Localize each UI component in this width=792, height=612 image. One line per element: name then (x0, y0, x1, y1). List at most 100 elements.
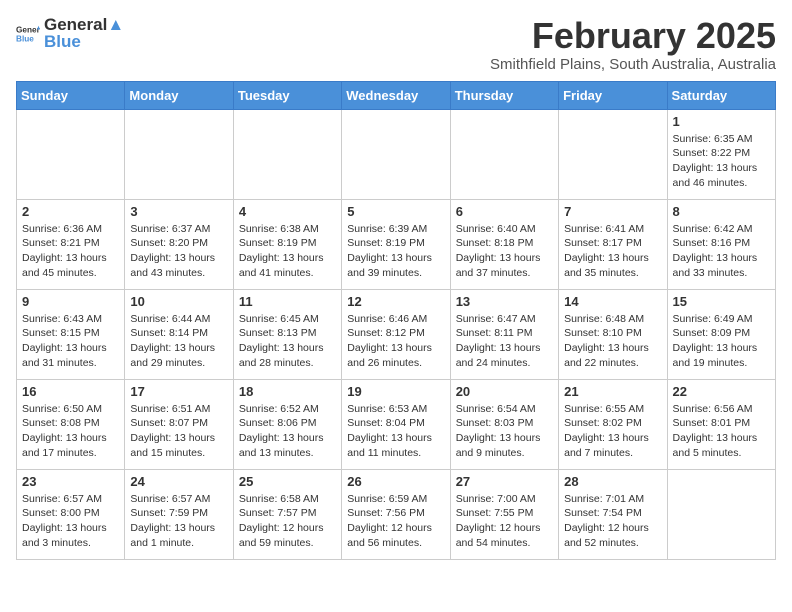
calendar-cell: 12 Sunrise: 6:46 AM Sunset: 8:12 PM Dayli… (342, 289, 450, 379)
day-info: Sunrise: 6:54 AM Sunset: 8:03 PM Dayligh… (456, 402, 553, 461)
svg-text:General: General (16, 25, 40, 34)
day-number: 26 (347, 474, 444, 489)
calendar-cell: 9 Sunrise: 6:43 AM Sunset: 8:15 PM Daylig… (17, 289, 125, 379)
day-number: 23 (22, 474, 119, 489)
calendar-cell (342, 109, 450, 199)
calendar-cell: 6 Sunrise: 6:40 AM Sunset: 8:18 PM Daylig… (450, 199, 558, 289)
calendar-cell: 7Sunrise: 6:41 AM Sunset: 8:17 PM Daylig… (559, 199, 667, 289)
day-number: 15 (673, 294, 770, 309)
calendar-cell: 2Sunrise: 6:36 AM Sunset: 8:21 PM Daylig… (17, 199, 125, 289)
calendar-cell (559, 109, 667, 199)
location-subtitle: Smithfield Plains, South Australia, Aust… (490, 56, 776, 73)
col-header-sunday: Sunday (17, 81, 125, 109)
calendar-cell: 23 Sunrise: 6:57 AM Sunset: 8:00 PM Dayli… (17, 469, 125, 559)
day-info: Sunrise: 6:38 AM Sunset: 8:19 PM Dayligh… (239, 222, 336, 281)
day-number: 13 (456, 294, 553, 309)
day-number: 9 (22, 294, 119, 309)
calendar-cell: 13 Sunrise: 6:47 AM Sunset: 8:11 PM Dayli… (450, 289, 558, 379)
calendar-cell: 19Sunrise: 6:53 AM Sunset: 8:04 PM Dayli… (342, 379, 450, 469)
calendar-cell (125, 109, 233, 199)
calendar-cell: 28 Sunrise: 7:01 AM Sunset: 7:54 PM Dayli… (559, 469, 667, 559)
day-number: 1 (673, 114, 770, 129)
day-number: 4 (239, 204, 336, 219)
calendar-cell: 1 Sunrise: 6:35 AM Sunset: 8:22 PM Daylig… (667, 109, 775, 199)
calendar-cell: 10Sunrise: 6:44 AM Sunset: 8:14 PM Dayli… (125, 289, 233, 379)
day-number: 28 (564, 474, 661, 489)
calendar-cell: 25 Sunrise: 6:58 AM Sunset: 7:57 PM Dayli… (233, 469, 341, 559)
day-number: 24 (130, 474, 227, 489)
calendar-cell: 4 Sunrise: 6:38 AM Sunset: 8:19 PM Daylig… (233, 199, 341, 289)
logo-icon: General Blue (16, 22, 40, 46)
day-number: 3 (130, 204, 227, 219)
calendar-week-3: 9 Sunrise: 6:43 AM Sunset: 8:15 PM Daylig… (17, 289, 776, 379)
svg-text:Blue: Blue (16, 34, 34, 43)
calendar-cell: 27 Sunrise: 7:00 AM Sunset: 7:55 PM Dayli… (450, 469, 558, 559)
calendar-cell: 21 Sunrise: 6:55 AM Sunset: 8:02 PM Dayli… (559, 379, 667, 469)
day-number: 14 (564, 294, 661, 309)
col-header-saturday: Saturday (667, 81, 775, 109)
col-header-thursday: Thursday (450, 81, 558, 109)
calendar-cell: 14 Sunrise: 6:48 AM Sunset: 8:10 PM Dayli… (559, 289, 667, 379)
day-info: Sunrise: 7:01 AM Sunset: 7:54 PM Dayligh… (564, 492, 661, 551)
day-info: Sunrise: 6:55 AM Sunset: 8:02 PM Dayligh… (564, 402, 661, 461)
month-title: February 2025 (490, 16, 776, 56)
day-number: 18 (239, 384, 336, 399)
day-info: Sunrise: 6:41 AM Sunset: 8:17 PM Dayligh… (564, 222, 661, 281)
calendar-week-1: 1 Sunrise: 6:35 AM Sunset: 8:22 PM Daylig… (17, 109, 776, 199)
calendar-cell: 26 Sunrise: 6:59 AM Sunset: 7:56 PM Dayli… (342, 469, 450, 559)
day-info: Sunrise: 6:58 AM Sunset: 7:57 PM Dayligh… (239, 492, 336, 551)
day-number: 12 (347, 294, 444, 309)
calendar-cell (450, 109, 558, 199)
calendar-cell (233, 109, 341, 199)
day-info: Sunrise: 6:39 AM Sunset: 8:19 PM Dayligh… (347, 222, 444, 281)
day-info: Sunrise: 6:37 AM Sunset: 8:20 PM Dayligh… (130, 222, 227, 281)
calendar-week-2: 2Sunrise: 6:36 AM Sunset: 8:21 PM Daylig… (17, 199, 776, 289)
day-info: Sunrise: 6:53 AM Sunset: 8:04 PM Dayligh… (347, 402, 444, 461)
logo: General Blue General ▲ Blue (16, 16, 124, 51)
calendar-cell: 20 Sunrise: 6:54 AM Sunset: 8:03 PM Dayli… (450, 379, 558, 469)
day-info: Sunrise: 7:00 AM Sunset: 7:55 PM Dayligh… (456, 492, 553, 551)
day-number: 22 (673, 384, 770, 399)
calendar-cell (17, 109, 125, 199)
day-info: Sunrise: 6:44 AM Sunset: 8:14 PM Dayligh… (130, 312, 227, 371)
day-number: 8 (673, 204, 770, 219)
day-info: Sunrise: 6:52 AM Sunset: 8:06 PM Dayligh… (239, 402, 336, 461)
calendar-cell: 16 Sunrise: 6:50 AM Sunset: 8:08 PM Dayli… (17, 379, 125, 469)
calendar-week-4: 16 Sunrise: 6:50 AM Sunset: 8:08 PM Dayli… (17, 379, 776, 469)
day-number: 27 (456, 474, 553, 489)
calendar-week-5: 23 Sunrise: 6:57 AM Sunset: 8:00 PM Dayli… (17, 469, 776, 559)
day-info: Sunrise: 6:59 AM Sunset: 7:56 PM Dayligh… (347, 492, 444, 551)
calendar-cell: 18 Sunrise: 6:52 AM Sunset: 8:06 PM Dayli… (233, 379, 341, 469)
day-info: Sunrise: 6:40 AM Sunset: 8:18 PM Dayligh… (456, 222, 553, 281)
day-info: Sunrise: 6:49 AM Sunset: 8:09 PM Dayligh… (673, 312, 770, 371)
logo-blue-label: Blue (44, 33, 124, 52)
day-info: Sunrise: 6:43 AM Sunset: 8:15 PM Dayligh… (22, 312, 119, 371)
day-number: 17 (130, 384, 227, 399)
day-info: Sunrise: 6:36 AM Sunset: 8:21 PM Dayligh… (22, 222, 119, 281)
day-info: Sunrise: 6:48 AM Sunset: 8:10 PM Dayligh… (564, 312, 661, 371)
calendar-cell: 3 Sunrise: 6:37 AM Sunset: 8:20 PM Daylig… (125, 199, 233, 289)
col-header-tuesday: Tuesday (233, 81, 341, 109)
header: General Blue General ▲ Blue February 2025… (16, 16, 776, 73)
calendar-cell: 5 Sunrise: 6:39 AM Sunset: 8:19 PM Daylig… (342, 199, 450, 289)
day-info: Sunrise: 6:50 AM Sunset: 8:08 PM Dayligh… (22, 402, 119, 461)
day-number: 5 (347, 204, 444, 219)
day-number: 16 (22, 384, 119, 399)
day-number: 20 (456, 384, 553, 399)
logo-blue-text: ▲ (107, 15, 124, 34)
title-area: February 2025 Smithfield Plains, South A… (490, 16, 776, 73)
calendar-cell: 24Sunrise: 6:57 AM Sunset: 7:59 PM Dayli… (125, 469, 233, 559)
day-info: Sunrise: 6:35 AM Sunset: 8:22 PM Dayligh… (673, 132, 770, 191)
day-number: 11 (239, 294, 336, 309)
day-number: 6 (456, 204, 553, 219)
calendar-header-row: SundayMondayTuesdayWednesdayThursdayFrid… (17, 81, 776, 109)
calendar-cell (667, 469, 775, 559)
day-info: Sunrise: 6:56 AM Sunset: 8:01 PM Dayligh… (673, 402, 770, 461)
day-info: Sunrise: 6:57 AM Sunset: 8:00 PM Dayligh… (22, 492, 119, 551)
calendar-cell: 11Sunrise: 6:45 AM Sunset: 8:13 PM Dayli… (233, 289, 341, 379)
day-info: Sunrise: 6:47 AM Sunset: 8:11 PM Dayligh… (456, 312, 553, 371)
day-info: Sunrise: 6:46 AM Sunset: 8:12 PM Dayligh… (347, 312, 444, 371)
day-number: 21 (564, 384, 661, 399)
day-number: 25 (239, 474, 336, 489)
calendar-cell: 15 Sunrise: 6:49 AM Sunset: 8:09 PM Dayli… (667, 289, 775, 379)
